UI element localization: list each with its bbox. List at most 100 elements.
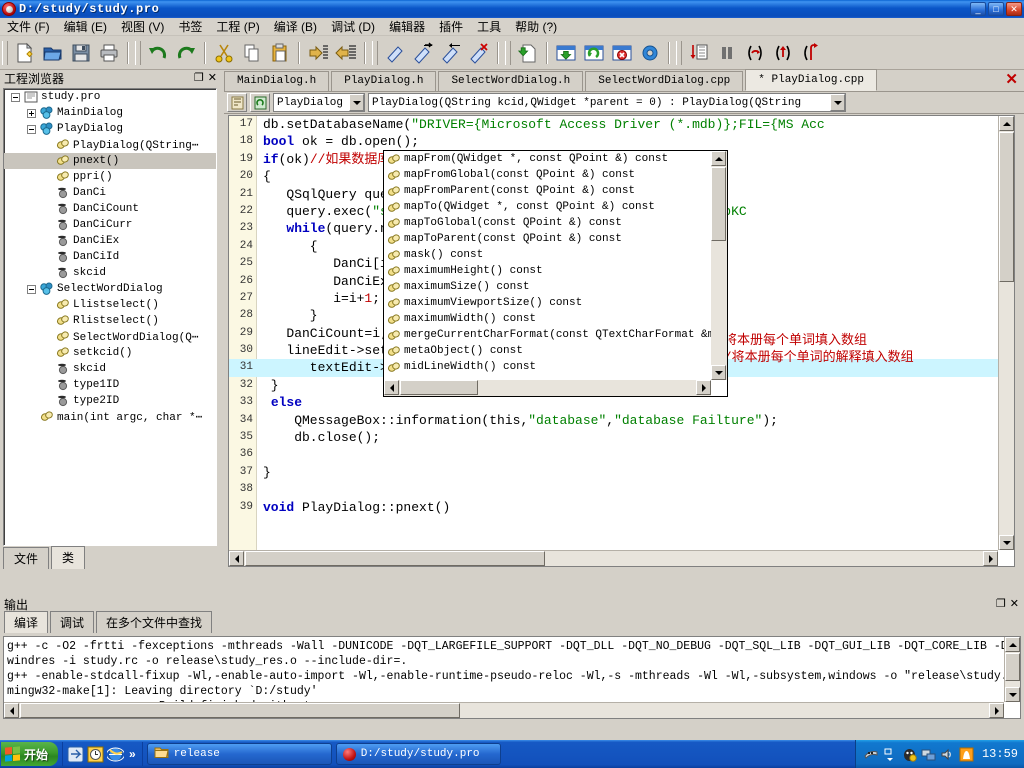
tree-item[interactable]: MainDialog [4,105,216,121]
code-line[interactable]: 38 [229,481,1014,498]
qq-icon[interactable] [902,747,917,762]
run-icon[interactable] [685,39,713,67]
ac-scroll-right-button[interactable] [696,380,711,395]
menu-debug[interactable]: 调试 (D) [324,17,382,37]
sort-members-icon[interactable] [227,93,247,112]
volume-icon[interactable] [940,747,955,762]
autocomplete-item[interactable]: midLineWidth() const [384,359,711,375]
output-tab-debug[interactable]: 调试 [50,611,95,633]
paste-icon[interactable] [266,39,294,67]
bookmark-icon[interactable] [381,39,409,67]
step-out-icon[interactable] [769,39,797,67]
tree-collapse-icon[interactable] [8,89,23,105]
bookmark-clear-icon[interactable] [465,39,493,67]
scroll-down-button[interactable] [999,535,1014,550]
autocomplete-item[interactable]: mergeCurrentCharFormat(const QTextCharFo… [384,327,711,343]
code-line[interactable]: 39 void PlayDialog::pnext() [229,499,1014,516]
maximize-button[interactable]: □ [988,2,1004,16]
tree-item[interactable]: ppri() [4,169,216,185]
tree-item[interactable]: skcid [4,265,216,281]
autocomplete-item[interactable]: maximumViewportSize() const [384,295,711,311]
cut-icon[interactable] [210,39,238,67]
output-scroll-right-button[interactable] [989,703,1004,718]
scroll-up-button[interactable] [999,116,1014,131]
toolbar-grip-2[interactable] [135,40,141,65]
output-close-icon[interactable]: ✕ [1010,599,1019,610]
scroll-right-button[interactable] [983,551,998,566]
autocomplete-item[interactable]: mapFromGlobal(const QPoint &) const [384,167,711,183]
stop-build-icon[interactable] [608,39,636,67]
save-icon[interactable] [67,39,95,67]
tree-item[interactable]: skcid [4,361,216,377]
tab-playdialog-cpp[interactable]: * PlayDialog.cpp [745,69,877,91]
settings-icon[interactable] [636,39,664,67]
tab-classes[interactable]: 类 [51,546,86,569]
menu-plugins[interactable]: 插件 [432,17,470,37]
menu-editor[interactable]: 编辑器 [382,17,432,37]
tab-selectworddialog-h[interactable]: SelectWordDialog.h [438,71,584,91]
autocomplete-vertical-scrollbar[interactable] [711,151,727,380]
tree-item[interactable]: Llistselect() [4,297,216,313]
menu-bookmark[interactable]: 书签 [171,17,209,37]
autocomplete-item[interactable]: maximumSize() const [384,279,711,295]
outdent-icon[interactable] [332,39,360,67]
output-scroll-thumb-h[interactable] [20,703,460,718]
print-icon[interactable] [95,39,123,67]
float-icon[interactable]: ❐ [194,73,204,84]
code-line[interactable]: 18 bool ok = db.open(); [229,133,1014,150]
network-icon[interactable] [921,747,936,762]
autocomplete-item[interactable]: mapFromParent(const QPoint &) const [384,183,711,199]
close-button[interactable]: ✕ [1006,2,1022,16]
tree-item[interactable]: type2ID [4,393,216,409]
autocomplete-item[interactable]: mapTo(QWidget *, const QPoint &) const [384,199,711,215]
autocomplete-item[interactable]: metaObject() const [384,343,711,359]
minimize-button[interactable]: _ [970,2,986,16]
tree-item[interactable]: SelectWordDialog [4,281,216,297]
build-icon[interactable] [552,39,580,67]
code-line[interactable]: 34 QMessageBox::information(this,"databa… [229,412,1014,429]
output-scroll-left-button[interactable] [4,703,19,718]
member-combo[interactable]: PlayDialog(QString kcid,QWidget *parent … [368,93,846,112]
tree-collapse-icon[interactable] [24,281,39,297]
close-icon[interactable]: ✕ [208,73,217,84]
project-tree[interactable]: study.pro MainDialog PlayDialog PlayDialog(… [3,88,217,546]
tab-playdialog-h[interactable]: PlayDialog.h [331,71,437,91]
refresh-symbols-icon[interactable] [250,93,270,112]
scroll-left-button[interactable] [229,551,244,566]
tab-selectworddialog-cpp[interactable]: SelectWordDialog.cpp [585,71,744,91]
tree-item[interactable]: DanCiCurr [4,217,216,233]
autocomplete-horizontal-scrollbar[interactable] [384,380,711,396]
tab-maindialog-h[interactable]: MainDialog.h [224,71,330,91]
tree-item[interactable]: DanCiId [4,249,216,265]
toolbar-grip-4[interactable] [505,40,511,65]
autocomplete-item[interactable]: maximumWidth() const [384,311,711,327]
tab-files[interactable]: 文件 [3,547,50,569]
tree-item[interactable]: PlayDialog [4,121,216,137]
output-scroll-thumb[interactable] [1005,653,1020,681]
step-over-icon[interactable] [741,39,769,67]
tree-item[interactable]: SelectWordDialog(Q⋯ [4,329,216,345]
menu-help[interactable]: 帮助 (?) [508,17,564,37]
autocomplete-item[interactable]: mapToGlobal(const QPoint &) const [384,215,711,231]
ac-scroll-thumb[interactable] [711,167,726,241]
redo-icon[interactable] [172,39,200,67]
open-folder-icon[interactable] [39,39,67,67]
quicklaunch-more-icon[interactable]: » [127,747,138,761]
autocomplete-item[interactable]: mapFrom(QWidget *, const QPoint &) const [384,151,711,167]
menu-project[interactable]: 工程 (P) [209,17,266,37]
close-tab-icon[interactable]: ✕ [1005,72,1018,87]
menu-build[interactable]: 编译 (B) [267,17,324,37]
tree-item[interactable]: PlayDialog(QString⋯ [4,137,216,153]
copy-icon[interactable] [238,39,266,67]
output-horizontal-scrollbar[interactable] [4,702,1004,718]
menu-edit[interactable]: 编辑 (E) [57,17,114,37]
tree-collapse-icon[interactable] [24,121,39,137]
scroll-thumb-vertical[interactable] [999,132,1014,282]
clock-icon[interactable] [87,746,104,763]
compile-file-icon[interactable] [514,39,542,67]
ac-scroll-up-button[interactable] [711,151,726,166]
tray-expand-icon[interactable] [883,747,898,762]
class-combo[interactable]: PlayDialog [273,93,365,112]
browser-icon[interactable] [106,746,125,763]
code-line[interactable]: 36 [229,446,1014,463]
